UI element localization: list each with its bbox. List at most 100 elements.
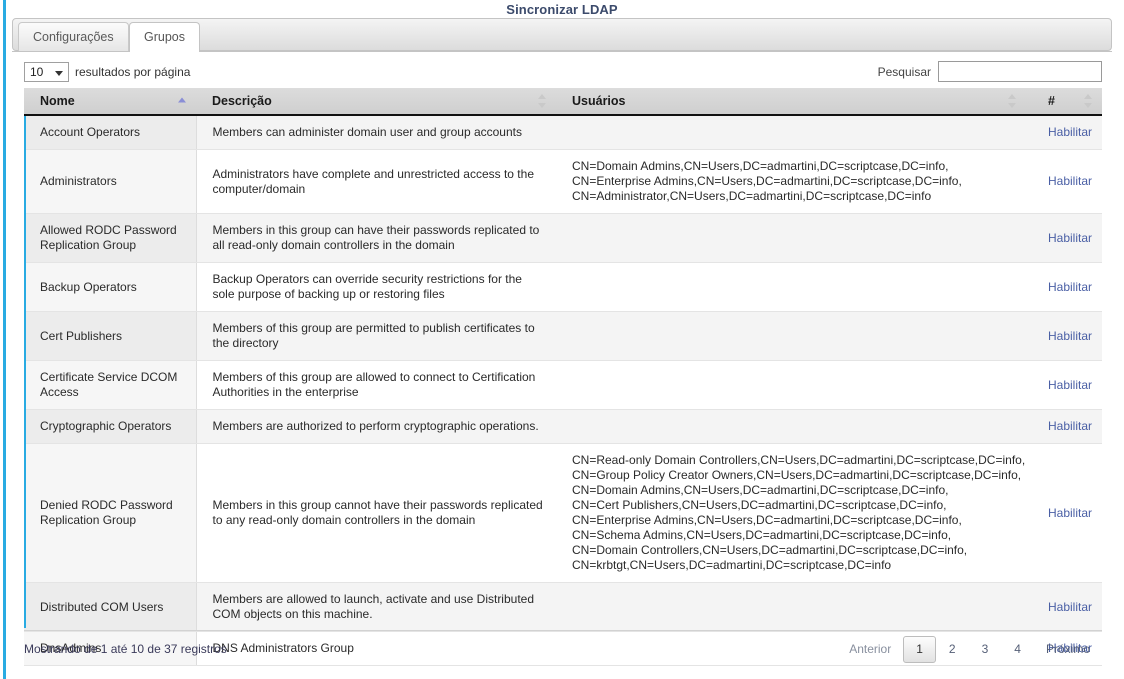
cell-group-name: Distributed COM Users <box>24 583 196 632</box>
pagination-previous[interactable]: Anterior <box>837 636 903 663</box>
table-row: AdministratorsAdministrators have comple… <box>24 150 1102 214</box>
groups-table: Nome Descrição Usuários # <box>24 88 1102 666</box>
cell-group-users <box>556 214 1026 263</box>
table-row: Cryptographic OperatorsMembers are autho… <box>24 410 1102 444</box>
cell-action: Habilitar <box>1026 312 1102 361</box>
cell-group-description: Backup Operators can override security r… <box>196 263 556 312</box>
page-title: Sincronizar LDAP <box>0 0 1124 18</box>
cell-action: Habilitar <box>1026 361 1102 410</box>
sort-toggle-icon <box>1008 94 1017 108</box>
cell-group-users <box>556 583 1026 632</box>
cell-group-name: Certificate Service DCOM Access <box>24 361 196 410</box>
user-dn-line: CN=Enterprise Admins,CN=Users,DC=admarti… <box>572 513 1016 528</box>
cell-action: Habilitar <box>1026 115 1102 150</box>
table-row: Backup OperatorsBackup Operators can ove… <box>24 263 1102 312</box>
footer-divider <box>24 630 1102 631</box>
page-length-select[interactable]: 10 <box>24 62 69 82</box>
user-dn-line: CN=Group Policy Creator Owners,CN=Users,… <box>572 468 1016 483</box>
left-accent-rail <box>3 0 6 679</box>
groups-table-container: Nome Descrição Usuários # <box>24 88 1102 666</box>
enable-group-link[interactable]: Habilitar <box>1048 419 1092 433</box>
cell-group-users <box>556 361 1026 410</box>
tab-configuracoes[interactable]: Configurações <box>18 22 129 51</box>
tab-grupos[interactable]: Grupos <box>129 22 200 52</box>
page-length-label: resultados por página <box>75 65 190 79</box>
cell-group-name: Denied RODC Password Replication Group <box>24 444 196 583</box>
cell-group-description: Administrators have complete and unrestr… <box>196 150 556 214</box>
column-header-nome[interactable]: Nome <box>24 88 196 115</box>
pagination-page-2[interactable]: 2 <box>936 636 969 663</box>
cell-group-name: Account Operators <box>24 115 196 150</box>
records-info: Mostrando de 1 até 10 de 37 registros <box>24 642 227 656</box>
cell-action: Habilitar <box>1026 583 1102 632</box>
user-dn-line: CN=Enterprise Admins,CN=Users,DC=admarti… <box>572 174 1016 189</box>
groups-table-head: Nome Descrição Usuários # <box>24 88 1102 115</box>
user-dn-line: CN=Domain Admins,CN=Users,DC=admartini,D… <box>572 483 1016 498</box>
user-dn-line: CN=krbtgt,CN=Users,DC=admartini,DC=scrip… <box>572 558 1016 573</box>
table-toolbar: 10 resultados por página Pesquisar <box>24 62 1102 88</box>
cell-action: Habilitar <box>1026 263 1102 312</box>
pagination-next[interactable]: Próximo <box>1034 636 1102 663</box>
enable-group-link[interactable]: Habilitar <box>1048 378 1092 392</box>
table-row: Cert PublishersMembers of this group are… <box>24 312 1102 361</box>
enable-group-link[interactable]: Habilitar <box>1048 329 1092 343</box>
table-footer: Mostrando de 1 até 10 de 37 registros An… <box>24 630 1102 674</box>
column-header-descricao[interactable]: Descrição <box>196 88 556 115</box>
cell-group-description: Members in this group can have their pas… <box>196 214 556 263</box>
pagination-page-3[interactable]: 3 <box>969 636 1002 663</box>
enable-group-link[interactable]: Habilitar <box>1048 125 1092 139</box>
cell-action: Habilitar <box>1026 444 1102 583</box>
enable-group-link[interactable]: Habilitar <box>1048 280 1092 294</box>
cell-group-description: Members of this group are allowed to con… <box>196 361 556 410</box>
pagination-page-1[interactable]: 1 <box>903 636 936 663</box>
table-row: Denied RODC Password Replication GroupMe… <box>24 444 1102 583</box>
cell-group-users <box>556 410 1026 444</box>
groups-table-body: Account OperatorsMembers can administer … <box>24 115 1102 666</box>
sort-toggle-icon <box>538 94 547 108</box>
table-accent-rail <box>24 116 26 628</box>
user-dn-line: CN=Schema Admins,CN=Users,DC=admartini,D… <box>572 528 1016 543</box>
user-dn-line: CN=Administrator,CN=Users,DC=admartini,D… <box>572 189 1016 204</box>
table-row: Account OperatorsMembers can administer … <box>24 115 1102 150</box>
cell-group-name: Backup Operators <box>24 263 196 312</box>
column-header-hash[interactable]: # <box>1026 88 1102 115</box>
pagination-page-4[interactable]: 4 <box>1001 636 1034 663</box>
search-control: Pesquisar <box>878 61 1102 82</box>
cell-action: Habilitar <box>1026 214 1102 263</box>
cell-group-name: Administrators <box>24 150 196 214</box>
column-header-nome-label: Nome <box>40 94 75 108</box>
cell-group-users: CN=Domain Admins,CN=Users,DC=admartini,D… <box>556 150 1026 214</box>
cell-group-description: Members are allowed to launch, activate … <box>196 583 556 632</box>
column-header-descricao-label: Descrição <box>212 94 272 108</box>
cell-group-description: Members of this group are permitted to p… <box>196 312 556 361</box>
table-header-row: Nome Descrição Usuários # <box>24 88 1102 115</box>
enable-group-link[interactable]: Habilitar <box>1048 506 1092 520</box>
cell-group-name: Cert Publishers <box>24 312 196 361</box>
search-label: Pesquisar <box>878 65 931 79</box>
column-header-usuarios[interactable]: Usuários <box>556 88 1026 115</box>
pagination: Anterior1234Próximo <box>837 636 1102 663</box>
sort-ascending-icon <box>178 98 187 105</box>
enable-group-link[interactable]: Habilitar <box>1048 600 1092 614</box>
enable-group-link[interactable]: Habilitar <box>1048 231 1092 245</box>
tab-bar: Configurações Grupos <box>12 18 1112 52</box>
cell-group-users <box>556 312 1026 361</box>
enable-group-link[interactable]: Habilitar <box>1048 174 1092 188</box>
table-row: Distributed COM UsersMembers are allowed… <box>24 583 1102 632</box>
user-dn-line: CN=Read-only Domain Controllers,CN=Users… <box>572 453 1016 468</box>
cell-group-name: Allowed RODC Password Replication Group <box>24 214 196 263</box>
cell-group-users: CN=Read-only Domain Controllers,CN=Users… <box>556 444 1026 583</box>
user-dn-line: CN=Domain Admins,CN=Users,DC=admartini,D… <box>572 159 1016 174</box>
ldap-sync-page: Sincronizar LDAP Configurações Grupos 10… <box>0 0 1124 679</box>
cell-group-description: Members can administer domain user and g… <box>196 115 556 150</box>
page-length-value: 10 <box>30 65 43 79</box>
cell-group-description: Members are authorized to perform crypto… <box>196 410 556 444</box>
sort-toggle-icon <box>1084 94 1093 108</box>
page-length-control: 10 resultados por página <box>24 62 190 82</box>
table-row: Certificate Service DCOM AccessMembers o… <box>24 361 1102 410</box>
cell-group-description: Members in this group cannot have their … <box>196 444 556 583</box>
search-input[interactable] <box>938 61 1102 82</box>
user-dn-line: CN=Cert Publishers,CN=Users,DC=admartini… <box>572 498 1016 513</box>
cell-group-users <box>556 263 1026 312</box>
column-header-usuarios-label: Usuários <box>572 94 626 108</box>
